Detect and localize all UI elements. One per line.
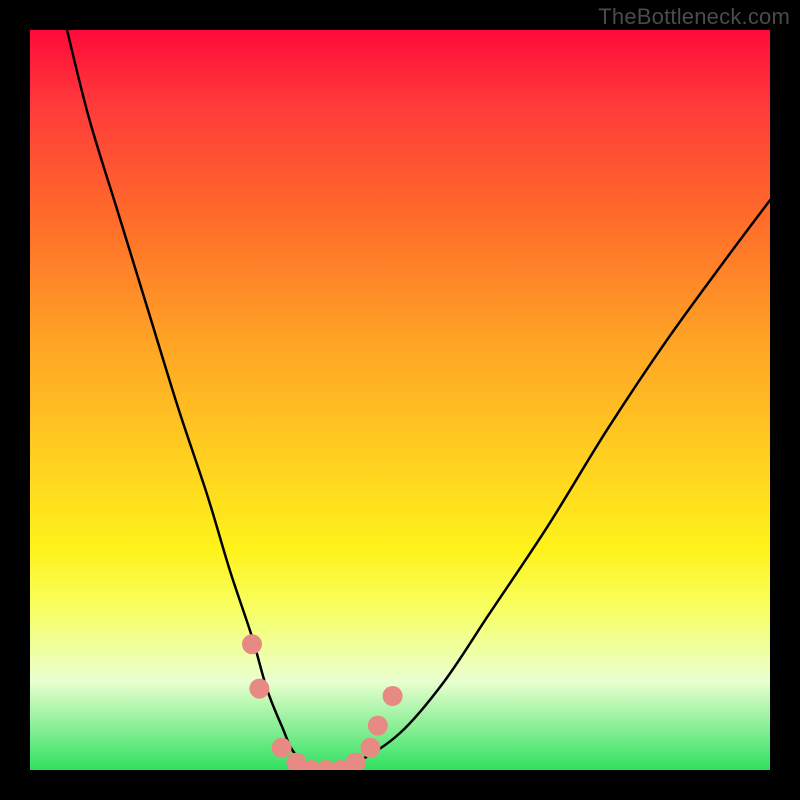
marker-dot [249,679,269,699]
marker-dot [346,753,366,770]
plot-area [30,30,770,770]
chart-frame: TheBottleneck.com [0,0,800,800]
marker-dot [272,738,292,758]
curve-markers [242,634,403,770]
bottleneck-curve [67,30,770,770]
watermark-text: TheBottleneck.com [598,4,790,30]
marker-dot [383,686,403,706]
marker-dot [360,738,380,758]
marker-dot [368,716,388,736]
chart-svg [30,30,770,770]
marker-dot [242,634,262,654]
